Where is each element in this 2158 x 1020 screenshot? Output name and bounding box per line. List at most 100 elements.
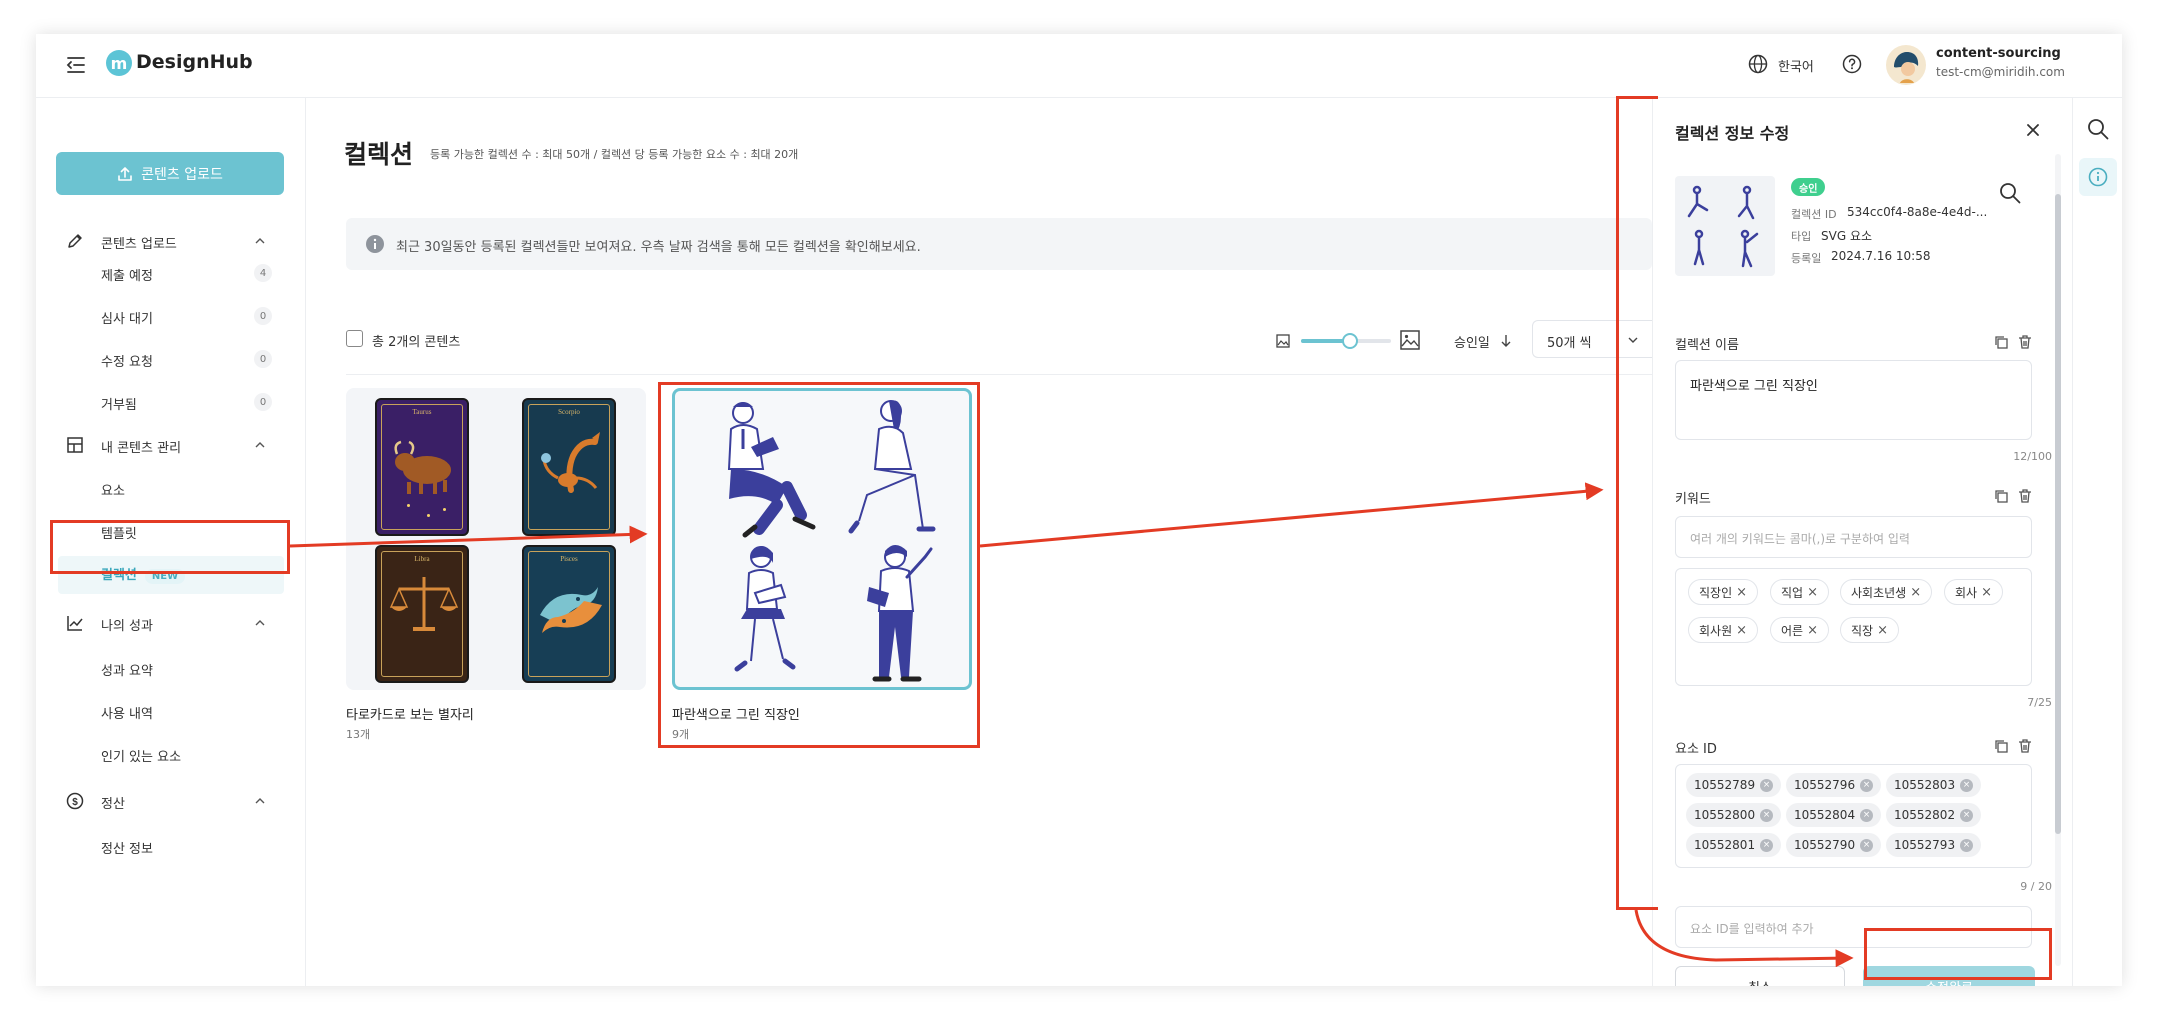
remove-icon[interactable]: × [1860,838,1874,852]
sidebar-section-my-content[interactable]: 내 콘텐츠 관리 [36,430,306,460]
pencil-icon [68,234,82,248]
remove-icon[interactable]: × [1760,808,1774,822]
remove-icon[interactable]: × [1860,808,1874,822]
sidebar-item-settlement-info[interactable]: 정산 정보 [101,838,153,857]
sidebar-section-label: 콘텐츠 업로드 [101,237,177,252]
chevron-up-icon[interactable] [254,235,266,247]
menu-collapse-icon[interactable] [66,56,86,74]
remove-icon[interactable]: × [1960,778,1974,792]
image-large-icon[interactable] [1400,330,1420,350]
collection-edit-panel: 컬렉션 정보 수정 승인 컬렉션 ID 534cc0f4-8a8e-4e4d-.… [1652,98,2098,986]
remove-icon[interactable]: × [1736,623,1747,638]
remove-icon[interactable]: × [1960,808,1974,822]
panel-scrollbar-thumb[interactable] [2055,194,2061,834]
zoom-slider[interactable] [1301,332,1391,350]
search-icon[interactable] [2087,118,2109,140]
keyword-chip[interactable]: 직장인 × [1688,579,1759,605]
sort-label[interactable]: 승인일 [1454,332,1490,351]
notice-text: 최근 30일동안 등록된 컬렉션들만 보여져요. 우측 날짜 검색을 통해 모든… [396,240,921,255]
select-all-checkbox[interactable] [346,330,363,347]
sidebar-section-upload[interactable]: 콘텐츠 업로드 [36,226,306,256]
chevron-up-icon[interactable] [254,795,266,807]
remove-icon[interactable]: × [1910,585,1921,600]
keyword-chip[interactable]: 직업 × [1770,579,1829,605]
remove-icon[interactable]: × [1981,585,1992,600]
remove-icon[interactable]: × [1736,585,1747,600]
sidebar-item-elements[interactable]: 요소 [101,480,125,499]
chevron-up-icon[interactable] [254,617,266,629]
tarot-label: Pisces [560,555,578,563]
sidebar-item-to-submit[interactable]: 제출 예정 [101,265,153,284]
trash-icon[interactable] [2017,334,2033,350]
sidebar-item-revision-request[interactable]: 수정 요청 [101,351,153,370]
remove-icon[interactable]: × [1807,623,1818,638]
sidebar-section-settlement[interactable]: $ 정산 [36,786,306,816]
remove-icon[interactable]: × [1877,623,1888,638]
keyword-chip[interactable]: 어른 × [1770,617,1829,643]
sidebar-section-label: 나의 성과 [101,619,153,634]
arrow-down-icon[interactable] [1500,334,1512,348]
logo-text[interactable]: DesignHub [136,51,253,73]
keyword-input[interactable]: 여러 개의 키워드는 콤마(,)로 구분하여 입력 [1675,516,2032,558]
element-id-value: 10552789 [1694,778,1756,792]
keyword-chip[interactable]: 직장 × [1840,617,1899,643]
sidebar-item-usage-history[interactable]: 사용 내역 [101,703,153,722]
copy-icon[interactable] [1993,334,2009,350]
element-id-chip[interactable]: 10552804 × [1786,803,1882,827]
collection-name-input[interactable]: 파란색으로 그린 직장인 [1675,360,2032,440]
annotation-box-edit-panel [1616,96,1658,910]
image-small-icon[interactable] [1276,334,1290,348]
remove-icon[interactable]: × [1807,585,1818,600]
element-id-chip[interactable]: 10552793 × [1886,833,1982,857]
copy-icon[interactable] [1993,488,2009,504]
close-icon[interactable] [2025,122,2041,138]
zoom-thumb[interactable] [1342,333,1358,349]
sidebar-item-performance-summary[interactable]: 성과 요약 [101,660,153,679]
remove-icon[interactable]: × [1760,778,1774,792]
card-title[interactable]: 타로카드로 보는 별자리 [346,704,474,723]
element-id-chip[interactable]: 10552789 × [1686,773,1782,797]
language-selector[interactable]: 한국어 [1778,56,1814,75]
element-id-value: 10552803 [1894,778,1956,792]
top-header: m DesignHub 한국어 content-sourcing test-cm… [36,34,2122,98]
search-icon[interactable] [1999,182,2021,204]
element-id-chip[interactable]: 10552790 × [1786,833,1882,857]
remove-icon[interactable]: × [1960,838,1974,852]
element-id-chip[interactable]: 10552800 × [1686,803,1782,827]
screenshot-stage: m DesignHub 한국어 content-sourcing test-cm… [0,0,2158,1020]
logo-mark[interactable]: m [106,50,132,76]
cancel-button[interactable]: 취소 [1675,966,1845,986]
keyword-chip[interactable]: 회사 × [1944,579,2003,605]
avatar[interactable] [1886,45,1926,85]
sidebar-item-popular-elements[interactable]: 인기 있는 요소 [101,746,181,765]
panel-scrollbar[interactable] [2055,154,2061,966]
sidebar-item-review-pending[interactable]: 심사 대기 [101,308,153,327]
help-icon[interactable] [1842,54,1862,74]
tarot-card-scorpio: Scorpio [522,398,616,536]
copy-icon[interactable] [1993,738,2009,754]
remove-icon[interactable]: × [1860,778,1874,792]
chevron-up-icon[interactable] [254,439,266,451]
remove-icon[interactable]: × [1760,838,1774,852]
element-id-value: 10552793 [1894,838,1956,852]
annotation-box-submit-button [1864,928,2052,980]
trash-icon[interactable] [2017,738,2033,754]
element-id-chip[interactable]: 10552801 × [1686,833,1782,857]
element-id-chip[interactable]: 10552802 × [1886,803,1982,827]
collection-name-value: 파란색으로 그린 직장인 [1690,379,1818,394]
layout-icon [67,437,83,453]
info-tab[interactable] [2079,158,2117,196]
app-window: m DesignHub 한국어 content-sourcing test-cm… [36,34,2122,986]
libra-scales-illustration [389,577,459,631]
trash-icon[interactable] [2017,488,2033,504]
keyword-chip[interactable]: 사회초년생 × [1840,579,1933,605]
sidebar-section-performance[interactable]: 나의 성과 [36,608,306,638]
element-id-chip[interactable]: 10552803 × [1886,773,1982,797]
taurus-bull-illustration [394,440,451,494]
sidebar-item-rejected[interactable]: 거부됨 [101,394,137,413]
upload-content-button[interactable]: 콘텐츠 업로드 [56,152,284,195]
globe-icon[interactable] [1748,54,1768,74]
keyword-chip[interactable]: 회사원 × [1688,617,1759,643]
collection-card-tarot[interactable]: Taurus Scorpio Libra Pisces [346,388,646,690]
element-id-chip[interactable]: 10552796 × [1786,773,1882,797]
